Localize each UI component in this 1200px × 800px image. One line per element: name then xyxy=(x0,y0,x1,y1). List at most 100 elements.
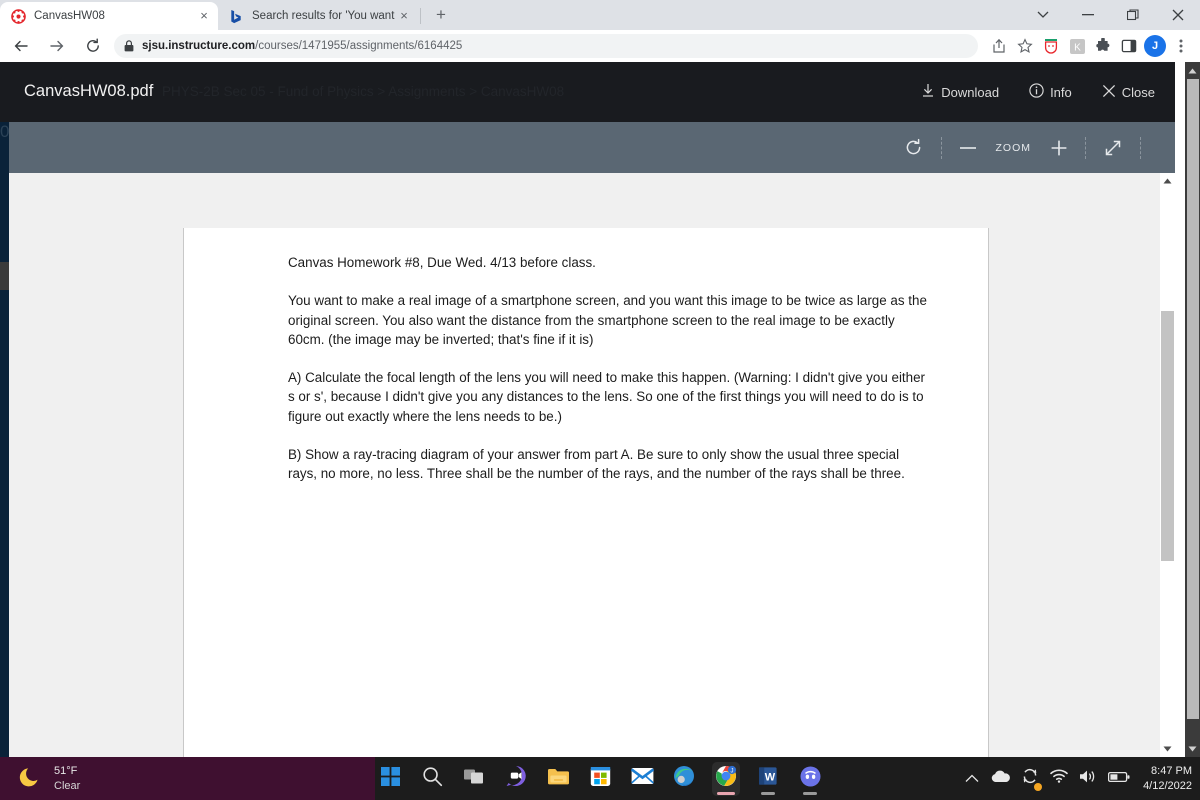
bing-icon xyxy=(228,8,244,24)
browser-scrollbar-thumb[interactable] xyxy=(1187,79,1199,719)
share-icon[interactable] xyxy=(986,33,1012,59)
task-view-icon xyxy=(463,767,485,791)
side-panel-icon[interactable] xyxy=(1116,33,1142,59)
pdf-paragraph: Canvas Homework #8, Due Wed. 4/13 before… xyxy=(288,255,596,270)
clock-time: 8:47 PM xyxy=(1151,764,1192,777)
taskbar-microsoft-store[interactable] xyxy=(586,762,614,796)
reload-button[interactable] xyxy=(78,31,108,61)
search-icon xyxy=(422,766,443,792)
task-view-button[interactable] xyxy=(460,762,488,796)
taskbar-chat[interactable] xyxy=(502,762,530,796)
taskbar-file-explorer[interactable] xyxy=(544,762,572,796)
browser-tab-canvashw08[interactable]: CanvasHW08 × xyxy=(0,2,218,30)
running-indicator xyxy=(717,791,735,795)
edge-icon xyxy=(673,765,695,792)
extension-honey-icon[interactable] xyxy=(1038,33,1064,59)
clock-date: 4/12/2022 xyxy=(1143,779,1192,792)
browser-toolbar: sjsu.instructure.com/courses/1471955/ass… xyxy=(0,30,1200,62)
update-badge xyxy=(1034,783,1043,791)
new-tab-button[interactable]: + xyxy=(427,1,455,29)
start-button[interactable] xyxy=(376,762,404,796)
info-button[interactable]: Info xyxy=(1021,79,1080,105)
maximize-button[interactable] xyxy=(1110,0,1155,30)
pdf-paragraph: A) Calculate the focal length of the len… xyxy=(288,370,925,424)
download-button[interactable]: Download xyxy=(913,79,1007,105)
canvas-global-nav-sidebar[interactable]: 0 xyxy=(0,62,9,757)
svg-text:K: K xyxy=(1074,42,1081,53)
canvas-icon xyxy=(10,8,26,24)
pdf-scroll-up-arrow[interactable] xyxy=(1160,173,1175,189)
windows-logo-icon xyxy=(380,766,400,791)
document-actions: Download Info Close xyxy=(913,62,1163,122)
folder-icon xyxy=(547,767,570,791)
address-bar[interactable]: sjsu.instructure.com/courses/1471955/ass… xyxy=(114,34,978,58)
extensions-puzzle-icon[interactable] xyxy=(1090,33,1116,59)
tab-close-icon[interactable]: × xyxy=(196,8,212,24)
chat-video-icon xyxy=(505,765,527,792)
browser-scroll-up-arrow[interactable] xyxy=(1185,62,1200,79)
windows-taskbar: 51°F Clear J W 8:47 PM 4/12/2022 xyxy=(0,757,1200,800)
pdf-scrollbar-thumb[interactable] xyxy=(1161,311,1174,561)
browser-scroll-down-arrow[interactable] xyxy=(1185,740,1200,757)
zoom-in-button[interactable] xyxy=(1037,135,1081,161)
wifi-icon[interactable] xyxy=(1050,769,1068,788)
document-file-name: CanvasHW08.pdf xyxy=(24,82,154,100)
minimize-button[interactable] xyxy=(1065,0,1110,30)
taskbar-chrome[interactable]: J xyxy=(712,761,740,796)
tab-close-icon[interactable]: × xyxy=(396,8,412,24)
pdf-paragraph: You want to make a real image of a smart… xyxy=(288,293,927,347)
url-host: sjsu.instructure.com xyxy=(142,40,256,52)
close-window-button[interactable] xyxy=(1155,0,1200,30)
pdf-scroll-down-arrow[interactable] xyxy=(1160,741,1175,757)
pdf-zoom-toolbar: ZOOM xyxy=(9,122,1175,173)
fullscreen-button[interactable] xyxy=(1090,135,1136,161)
close-button[interactable]: Close xyxy=(1094,80,1163,105)
chrome-menu-icon[interactable] xyxy=(1168,33,1194,59)
info-icon xyxy=(1029,83,1044,101)
bookmark-star-icon[interactable] xyxy=(1012,33,1038,59)
canvas-sidebar-accent xyxy=(0,262,9,290)
taskbar-clock[interactable]: 8:47 PM 4/12/2022 xyxy=(1143,764,1192,794)
profile-avatar[interactable]: J xyxy=(1142,33,1168,59)
battery-icon[interactable] xyxy=(1108,770,1130,788)
mail-icon xyxy=(630,767,654,790)
pdf-page: Canvas Homework #8, Due Wed. 4/13 before… xyxy=(183,228,989,757)
svg-text:J: J xyxy=(731,768,734,774)
browser-tab-title: Search results for 'You want to m xyxy=(252,10,396,22)
url-path: /courses/1471955/assignments/6164425 xyxy=(255,40,463,52)
screen: CanvasHW08 × Search results for 'You wan… xyxy=(0,0,1200,800)
pdf-text-content: Canvas Homework #8, Due Wed. 4/13 before… xyxy=(288,253,928,503)
zoom-out-button[interactable] xyxy=(946,135,990,161)
pdf-scrollbar[interactable] xyxy=(1160,173,1175,757)
browser-tab-bing-search[interactable]: Search results for 'You want to m × xyxy=(218,2,418,30)
rotate-button[interactable] xyxy=(890,135,937,161)
browser-tab-strip: CanvasHW08 × Search results for 'You wan… xyxy=(0,0,1200,30)
volume-icon[interactable] xyxy=(1079,769,1097,789)
toolbar-divider xyxy=(940,136,942,159)
taskbar-edge[interactable] xyxy=(670,762,698,796)
running-indicator xyxy=(803,791,817,795)
system-tray: 8:47 PM 4/12/2022 xyxy=(965,757,1192,800)
back-button[interactable] xyxy=(6,31,36,61)
breadcrumb: PHYS-2B Sec 05 - Fund of Physics > Assig… xyxy=(162,84,565,99)
toolbar-divider xyxy=(1085,136,1086,159)
taskbar-search[interactable] xyxy=(418,762,446,796)
browser-scrollbar[interactable] xyxy=(1185,62,1200,757)
tab-search-button[interactable] xyxy=(1020,0,1065,30)
pdf-viewer: Canvas Homework #8, Due Wed. 4/13 before… xyxy=(9,173,1175,757)
discord-icon xyxy=(800,766,821,792)
taskbar-word[interactable]: W xyxy=(754,762,782,796)
zoom-label: ZOOM xyxy=(995,141,1031,154)
windows-update-icon[interactable] xyxy=(1021,767,1043,791)
lock-icon xyxy=(124,40,134,52)
window-controls xyxy=(1020,0,1200,30)
show-hidden-icons[interactable] xyxy=(965,770,979,788)
forward-button[interactable] xyxy=(42,31,72,61)
onedrive-icon[interactable] xyxy=(990,770,1010,788)
taskbar-mail[interactable] xyxy=(628,762,656,796)
taskbar-discord[interactable] xyxy=(796,762,824,796)
profile-avatar-letter: J xyxy=(1144,35,1166,57)
tab-divider xyxy=(420,8,421,24)
extension-kami-icon[interactable]: K xyxy=(1064,33,1090,59)
toolbar-divider xyxy=(1140,136,1141,159)
